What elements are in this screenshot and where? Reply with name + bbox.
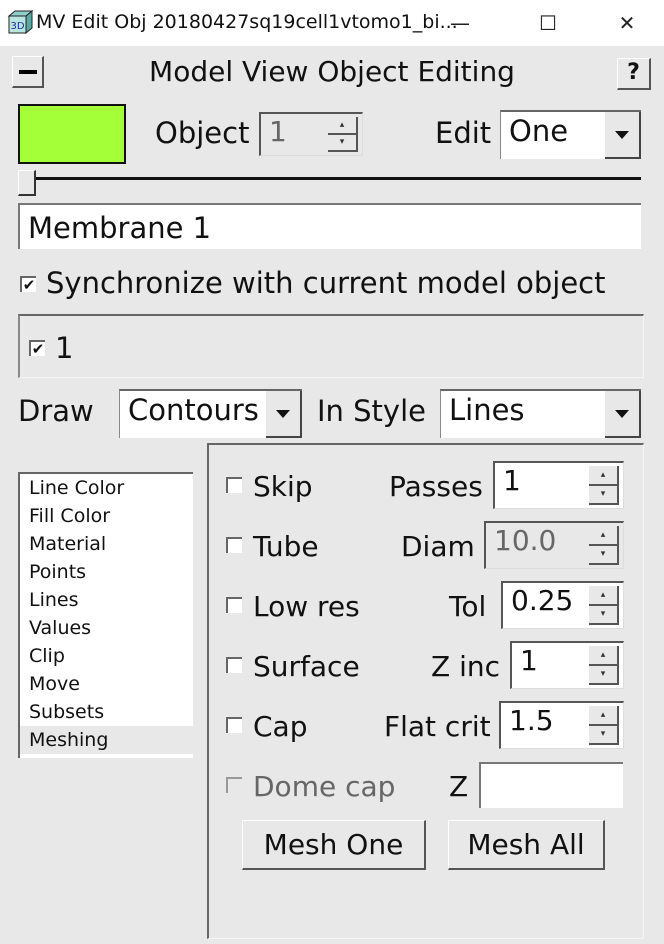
cap-label: Cap <box>253 710 308 743</box>
collapse-button[interactable] <box>12 56 44 88</box>
chevron-down-icon <box>615 130 629 139</box>
minimize-icon: — <box>450 11 470 35</box>
chevron-down-icon <box>276 409 290 418</box>
passes-value: 1 <box>503 464 521 497</box>
minus-icon <box>19 70 37 74</box>
list-item-subsets[interactable]: Subsets <box>20 698 193 726</box>
check-icon: ✔ <box>31 340 45 358</box>
cap-checkbox[interactable] <box>226 717 242 733</box>
z-inc-value: 1 <box>520 644 538 677</box>
dialog-title: Model View Object Editing <box>149 55 515 88</box>
object-slider-handle[interactable] <box>18 170 36 196</box>
z-inc-spinbox[interactable]: 1 ▴ ▾ <box>510 641 624 689</box>
list-item-meshing[interactable]: Meshing <box>20 726 193 754</box>
flat-crit-spinbox[interactable]: 1.5 ▴ ▾ <box>499 701 624 749</box>
diam-value: 10.0 <box>494 524 557 557</box>
spin-down-icon[interactable]: ▾ <box>589 605 619 625</box>
style-value: Lines <box>449 393 525 427</box>
tube-checkbox[interactable] <box>226 537 242 553</box>
spin-up-icon[interactable]: ▴ <box>589 706 619 726</box>
object-slider-track[interactable] <box>36 177 641 180</box>
category-list[interactable]: Line Color Fill Color Material Points Li… <box>18 472 193 758</box>
dome-cap-checkbox[interactable] <box>226 777 242 793</box>
low-res-label: Low res <box>253 590 360 623</box>
list-item-points[interactable]: Points <box>20 558 193 586</box>
sync-label: Synchronize with current model object <box>46 266 606 300</box>
object-label: Object <box>155 116 250 150</box>
chevron-down-icon <box>615 409 629 418</box>
flat-crit-label: Flat crit <box>384 710 491 743</box>
style-dropdown[interactable]: Lines <box>440 389 641 438</box>
list-item-line-color[interactable]: Line Color <box>20 474 193 502</box>
dome-cap-label: Dome cap <box>253 770 396 803</box>
style-label: In Style <box>317 394 426 428</box>
edit-label: Edit <box>435 116 492 150</box>
spin-up-icon[interactable]: ▴ <box>589 466 619 486</box>
draw-value: Contours <box>128 393 259 427</box>
list-item-material[interactable]: Material <box>20 530 193 558</box>
skip-label: Skip <box>253 470 313 503</box>
object-color-swatch[interactable] <box>18 104 126 164</box>
object-1-checkbox[interactable]: ✔ <box>29 340 45 358</box>
close-button[interactable]: ✕ <box>597 0 657 46</box>
edit-mode-value: One <box>509 114 569 148</box>
spin-down-icon[interactable]: ▾ <box>589 485 619 505</box>
diam-label: Diam <box>401 530 475 563</box>
z-inc-label: Z inc <box>431 650 501 683</box>
maximize-icon: ☐ <box>539 11 557 35</box>
skip-checkbox[interactable] <box>226 477 242 493</box>
sync-checkbox[interactable]: ✔ <box>20 276 36 294</box>
passes-spinbox[interactable]: 1 ▴ ▾ <box>493 461 624 509</box>
z-input[interactable] <box>479 762 623 808</box>
flat-crit-value: 1.5 <box>509 704 554 737</box>
check-icon: ✔ <box>22 276 36 294</box>
spin-down-icon[interactable]: ▾ <box>589 725 619 745</box>
spin-down-icon[interactable]: ▾ <box>589 545 619 565</box>
close-icon: ✕ <box>618 11 636 35</box>
tol-label: Tol <box>449 590 487 623</box>
list-item-lines[interactable]: Lines <box>20 586 193 614</box>
object-name-input[interactable]: Membrane 1 <box>18 203 641 249</box>
help-button[interactable]: ? <box>617 58 651 90</box>
surface-checkbox[interactable] <box>226 657 242 673</box>
window-title-bar: 3D MV Edit Obj 20180427sq19cell1vtomo1_b… <box>0 0 664 46</box>
surface-label: Surface <box>253 650 360 683</box>
svg-text:3D: 3D <box>10 21 24 32</box>
app-3d-cube-icon: 3D <box>7 10 33 34</box>
dropdown-arrow[interactable] <box>266 391 302 438</box>
edit-mode-dropdown[interactable]: One <box>500 110 641 159</box>
minimize-button[interactable]: — <box>430 0 490 46</box>
spin-up-icon[interactable]: ▴ <box>589 586 619 606</box>
dropdown-arrow[interactable] <box>605 391 641 438</box>
tol-value: 0.25 <box>511 584 574 617</box>
list-item-move[interactable]: Move <box>20 670 193 698</box>
low-res-checkbox[interactable] <box>226 597 242 613</box>
spin-up-icon[interactable]: ▴ <box>328 117 358 135</box>
z-label: Z <box>449 770 469 803</box>
object-number-value: 1 <box>269 115 287 148</box>
passes-label: Passes <box>389 470 483 503</box>
mesh-one-button[interactable]: Mesh One <box>242 820 426 870</box>
list-item-clip[interactable]: Clip <box>20 642 193 670</box>
spin-up-icon[interactable]: ▴ <box>589 526 619 546</box>
object-number-spinbox[interactable]: 1 ▴ ▾ <box>259 112 363 156</box>
object-checklist-group <box>18 314 644 378</box>
window-title: MV Edit Obj 20180427sq19cell1vtomo1_bi..… <box>36 11 458 33</box>
list-item-fill-color[interactable]: Fill Color <box>20 502 193 530</box>
tube-label: Tube <box>253 530 319 563</box>
object-1-label: 1 <box>55 331 74 365</box>
dropdown-arrow[interactable] <box>605 112 641 159</box>
tol-spinbox[interactable]: 0.25 ▴ ▾ <box>501 581 624 629</box>
draw-label: Draw <box>18 394 94 428</box>
spin-down-icon[interactable]: ▾ <box>328 134 358 152</box>
spin-up-icon[interactable]: ▴ <box>589 646 619 666</box>
spin-down-icon[interactable]: ▾ <box>589 665 619 685</box>
list-item-values[interactable]: Values <box>20 614 193 642</box>
maximize-button[interactable]: ☐ <box>518 0 578 46</box>
mesh-all-button[interactable]: Mesh All <box>448 820 605 870</box>
diam-spinbox[interactable]: 10.0 ▴ ▾ <box>484 521 624 569</box>
draw-dropdown[interactable]: Contours <box>119 389 302 438</box>
